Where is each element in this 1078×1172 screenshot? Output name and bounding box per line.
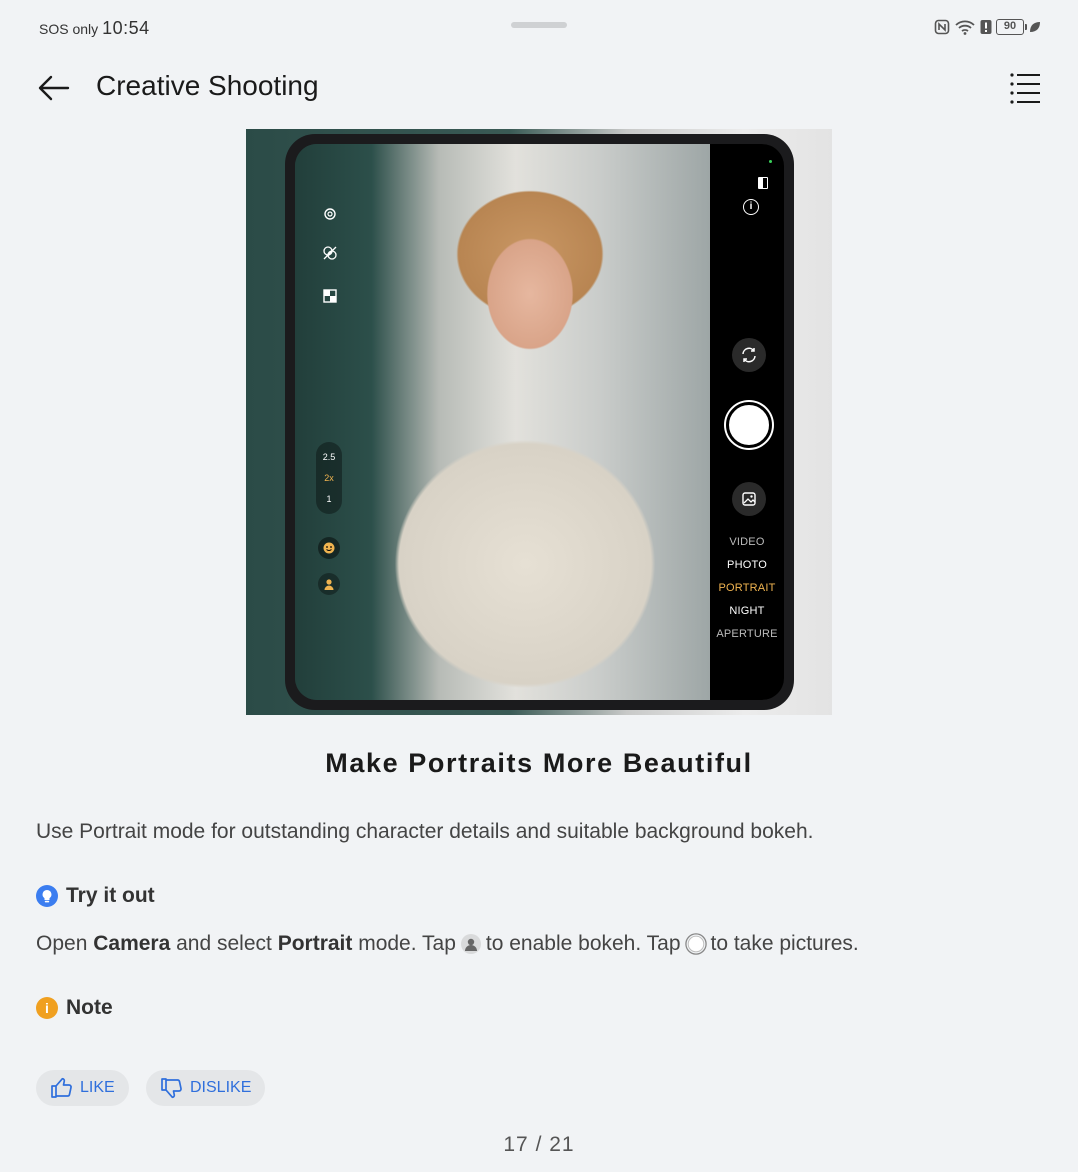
camera-app-name: Camera	[93, 932, 171, 955]
menu-list-icon	[1010, 73, 1040, 104]
status-icons: 90	[934, 19, 1042, 35]
camera-side-icons	[319, 204, 341, 306]
zoom-level-1[interactable]: 1	[326, 494, 331, 504]
dislike-button[interactable]: DISLIKE	[146, 1070, 266, 1106]
leaf-icon	[1030, 22, 1040, 32]
zoom-level-2x[interactable]: 2x	[324, 473, 334, 483]
filter-off-icon	[320, 243, 340, 263]
tip-heading-text: Try it out	[66, 884, 155, 907]
wifi-icon	[955, 20, 975, 35]
beauty-icon[interactable]	[318, 537, 340, 559]
portrait-mode-name: Portrait	[277, 932, 353, 955]
tip-steps: Open Camera and select Portrait mode. Ta…	[36, 932, 859, 956]
bokeh-icon[interactable]	[318, 573, 340, 595]
note-heading: i Note	[36, 996, 113, 1020]
tip-heading: Try it out	[36, 884, 155, 908]
thumbs-down-icon	[161, 1078, 182, 1099]
steps-part-5: to take pictures.	[710, 932, 859, 955]
mode-portrait[interactable]: PORTRAIT	[718, 582, 775, 594]
zoom-level-2-5[interactable]: 2.5	[323, 452, 336, 462]
back-arrow-icon	[38, 75, 70, 101]
app-bar: Creative Shooting	[0, 56, 1078, 120]
note-heading-text: Note	[66, 996, 113, 1019]
drag-handle[interactable]	[511, 22, 567, 28]
article-headline: Make Portraits More Beautiful	[325, 748, 753, 778]
flip-camera-button[interactable]	[732, 338, 766, 372]
lightbulb-icon	[36, 885, 58, 907]
back-button[interactable]	[34, 68, 74, 108]
article-description: Use Portrait mode for outstanding charac…	[36, 820, 814, 843]
hero-illustration: 2.5 2x 1 i VIDEO PHOTO PORTRAIT NIGHT AP…	[246, 129, 832, 715]
shutter-button[interactable]	[726, 402, 772, 448]
status-left: SOS only 10:54	[39, 18, 150, 39]
gallery-button[interactable]	[732, 482, 766, 516]
camera-control-bar: i VIDEO PHOTO PORTRAIT NIGHT APERTURE	[710, 144, 784, 700]
split-screen-icon[interactable]	[758, 177, 768, 189]
zoom-selector[interactable]: 2.5 2x 1	[316, 442, 342, 514]
clock: 10:54	[102, 18, 150, 38]
camera-mode-list: VIDEO PHOTO PORTRAIT NIGHT APERTURE	[710, 536, 784, 640]
inline-shutter-icon	[684, 933, 707, 955]
page-indicator: 17 / 21	[503, 1133, 575, 1156]
steps-part-3: mode. Tap	[352, 932, 456, 955]
portrait-photo	[295, 144, 719, 700]
page-title: Creative Shooting	[96, 70, 319, 101]
camera-screen: 2.5 2x 1 i VIDEO PHOTO PORTRAIT NIGHT AP…	[295, 144, 784, 700]
steps-part-2: and select	[170, 932, 278, 955]
info-icon[interactable]: i	[743, 199, 759, 215]
gallery-icon	[742, 492, 756, 506]
like-button[interactable]: LIKE	[36, 1070, 129, 1106]
mode-photo[interactable]: PHOTO	[727, 559, 767, 571]
mode-night[interactable]: NIGHT	[729, 605, 764, 617]
aspect-ratio-icon	[320, 286, 340, 306]
menu-button[interactable]	[1008, 70, 1044, 106]
dislike-label: DISLIKE	[190, 1079, 252, 1096]
like-label: LIKE	[80, 1079, 115, 1096]
thumbs-up-icon	[51, 1077, 72, 1098]
battery-icon: 90	[996, 19, 1027, 35]
nfc-icon	[934, 19, 950, 35]
mode-video[interactable]: VIDEO	[729, 536, 764, 548]
note-info-icon: i	[36, 997, 58, 1019]
mode-aperture[interactable]: APERTURE	[716, 628, 777, 640]
settings-icon	[320, 204, 340, 224]
inline-bokeh-icon	[460, 933, 482, 955]
camera-active-indicator	[769, 160, 772, 163]
status-bar: SOS only 10:54 90	[0, 0, 1078, 56]
steps-part-4: to enable bokeh. Tap	[485, 932, 681, 955]
phone-frame: 2.5 2x 1 i VIDEO PHOTO PORTRAIT NIGHT AP…	[285, 134, 794, 710]
steps-part-1: Open	[36, 932, 94, 955]
alert-icon	[980, 20, 992, 34]
carrier-text: SOS only	[39, 21, 99, 37]
flip-camera-icon	[742, 347, 756, 363]
